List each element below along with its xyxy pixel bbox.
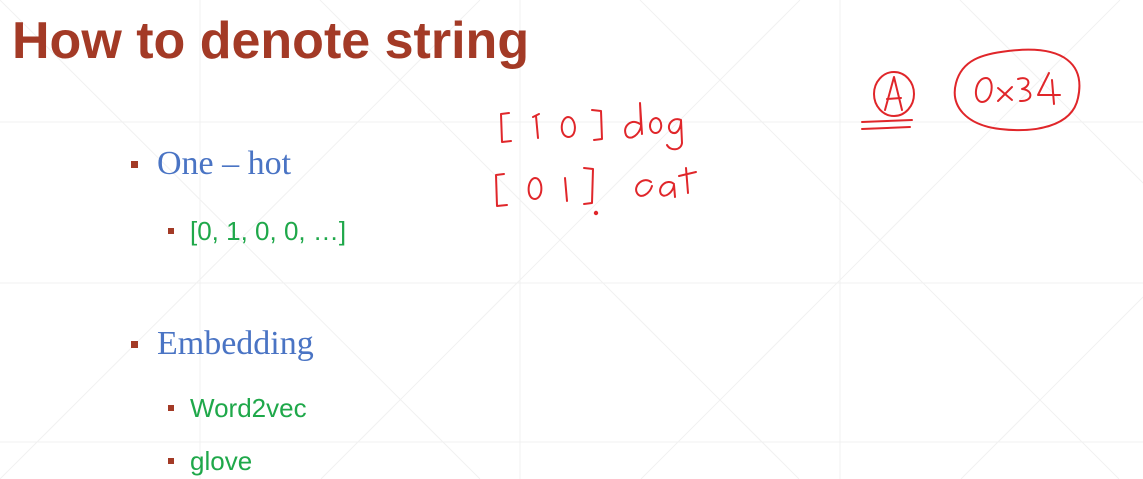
ink-vector-dog xyxy=(500,109,603,143)
ink-label-cat xyxy=(635,167,697,198)
ink-annotations xyxy=(495,48,1081,216)
slide: How to denote string One – hot [0, 1, 0,… xyxy=(0,0,1143,479)
ink-label-dog xyxy=(624,102,683,151)
ink-vector-cat xyxy=(495,167,599,216)
ink-circled-hex xyxy=(953,48,1081,132)
ink-circled-letter xyxy=(861,71,915,130)
